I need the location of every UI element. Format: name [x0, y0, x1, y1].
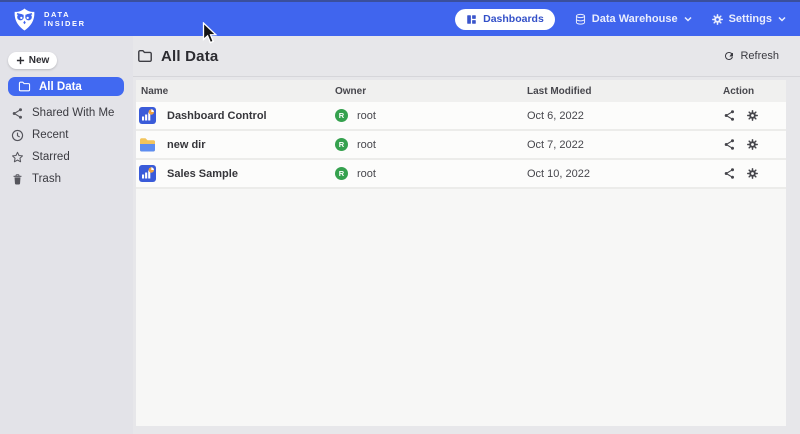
- sidebar-item-trash[interactable]: Trash: [0, 168, 133, 190]
- sidebar-item-starred[interactable]: Starred: [0, 146, 133, 168]
- file-table-card: Name Owner Last Modified Action Dashboar…: [136, 80, 786, 426]
- owner-avatar: R: [335, 138, 348, 151]
- sidebar-item-shared-with-me[interactable]: Shared With Me: [0, 102, 133, 124]
- table-row[interactable]: Sales Sample R root Oct 10, 2022: [136, 160, 786, 189]
- settings-menu[interactable]: Settings: [711, 13, 786, 26]
- refresh-button[interactable]: Refresh: [723, 50, 779, 62]
- sidebar-item-label: Shared With Me: [32, 107, 114, 119]
- sidebar-item-all-data[interactable]: All Data: [8, 77, 124, 96]
- gear-icon[interactable]: [746, 109, 759, 122]
- owner-name: root: [357, 139, 376, 151]
- sidebar-item-recent[interactable]: Recent: [0, 124, 133, 146]
- file-name: Sales Sample: [167, 168, 238, 180]
- share-nodes-icon: [11, 107, 24, 120]
- last-modified-date: Oct 10, 2022: [527, 168, 590, 180]
- brand-line1: DATA: [44, 10, 86, 19]
- new-button-label: New: [29, 55, 50, 66]
- plus-icon: [16, 56, 25, 65]
- table-body: Dashboard Control R root Oct 6, 2022: [136, 102, 786, 189]
- gear-icon[interactable]: [746, 167, 759, 180]
- column-header-last-modified: Last Modified: [527, 86, 723, 97]
- data-warehouse-label: Data Warehouse: [592, 13, 678, 25]
- file-name: new dir: [167, 139, 206, 151]
- top-navbar: DATA INSIDER Dashboards Data Warehouse: [0, 0, 800, 36]
- main-content: All Data Refresh Name Owner Last Modifie…: [133, 36, 800, 434]
- brand-logo: DATA INSIDER: [12, 7, 86, 32]
- dashboard-grid-icon: [466, 14, 477, 25]
- last-modified-date: Oct 7, 2022: [527, 139, 584, 151]
- file-icon-chart: [139, 165, 156, 182]
- dashboards-button[interactable]: Dashboards: [455, 9, 555, 30]
- share-icon[interactable]: [723, 167, 736, 180]
- file-icon-folder: [139, 136, 156, 153]
- folder-icon: [137, 48, 153, 64]
- gear-icon[interactable]: [746, 138, 759, 151]
- page-title: All Data: [161, 48, 218, 65]
- folder-icon: [18, 80, 31, 93]
- gear-icon: [711, 13, 724, 26]
- table-header-row: Name Owner Last Modified Action: [136, 80, 786, 102]
- sidebar-item-label: Starred: [32, 151, 70, 163]
- chevron-down-icon: [778, 16, 786, 22]
- clock-icon: [11, 129, 24, 142]
- new-button[interactable]: New: [8, 52, 57, 69]
- owner-avatar: R: [335, 109, 348, 122]
- brand-line2: INSIDER: [44, 19, 86, 28]
- sidebar-item-label: Recent: [32, 129, 68, 141]
- sidebar-item-label: All Data: [39, 81, 82, 93]
- file-name: Dashboard Control: [167, 110, 267, 122]
- table-row[interactable]: Dashboard Control R root Oct 6, 2022: [136, 102, 786, 131]
- refresh-icon: [723, 50, 735, 62]
- table-row[interactable]: new dir R root Oct 7, 2022: [136, 131, 786, 160]
- owl-logo-icon: [12, 7, 37, 32]
- share-icon[interactable]: [723, 138, 736, 151]
- column-header-name: Name: [136, 86, 335, 97]
- chevron-down-icon: [684, 16, 692, 22]
- last-modified-date: Oct 6, 2022: [527, 110, 584, 122]
- sidebar: New All Data Shared With Me Recent: [0, 36, 133, 434]
- data-warehouse-menu[interactable]: Data Warehouse: [574, 13, 692, 26]
- database-icon: [574, 13, 587, 26]
- share-icon[interactable]: [723, 109, 736, 122]
- trash-icon: [11, 173, 24, 186]
- refresh-label: Refresh: [740, 50, 779, 62]
- owner-name: root: [357, 110, 376, 122]
- content-header: All Data Refresh: [133, 36, 800, 77]
- dashboards-label: Dashboards: [483, 13, 544, 25]
- star-icon: [11, 151, 24, 164]
- owner-avatar: R: [335, 167, 348, 180]
- column-header-action: Action: [723, 86, 786, 97]
- sidebar-item-label: Trash: [32, 173, 61, 185]
- settings-label: Settings: [729, 13, 772, 25]
- file-icon-chart: [139, 107, 156, 124]
- column-header-owner: Owner: [335, 86, 527, 97]
- owner-name: root: [357, 168, 376, 180]
